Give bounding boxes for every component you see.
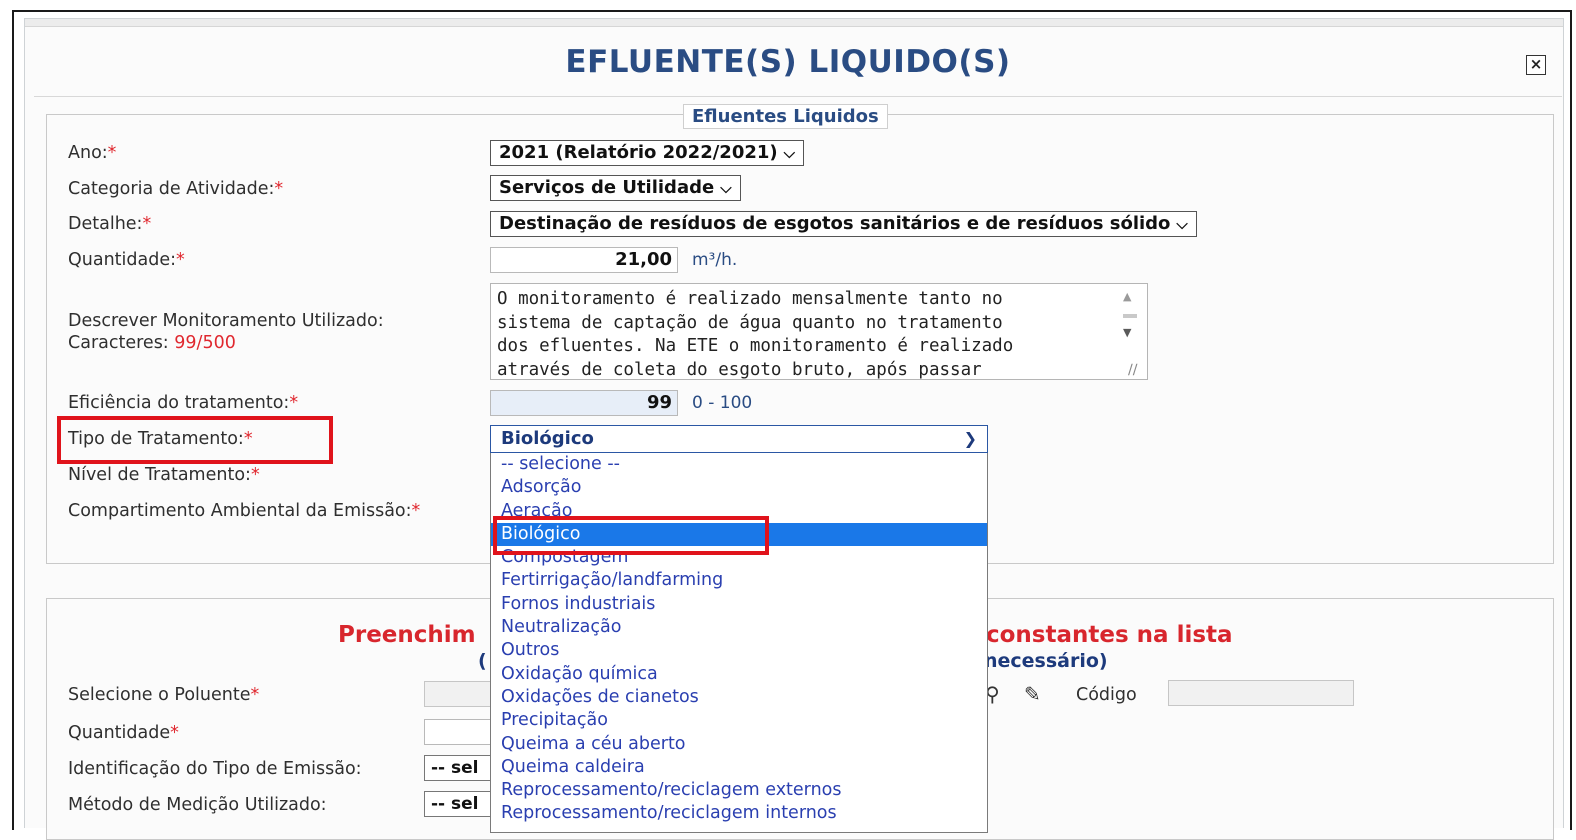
page-title: EFLUENTE(S) LIQUIDO(S) (565, 44, 1011, 80)
dropdown-option[interactable]: -- selecione -- (491, 453, 987, 476)
eraser-icon[interactable]: ✎ (1024, 682, 1041, 706)
dropdown-option[interactable]: Fertirrigação/landfarming (491, 569, 987, 592)
detalhe-select[interactable]: Destinação de resíduos de esgotos sanitá… (490, 211, 1197, 237)
chevron-down-icon: ⌵ (720, 179, 732, 197)
dropdown-option[interactable]: Oxidações de cianetos (491, 686, 987, 709)
eficiencia-range: 0 - 100 (692, 393, 753, 413)
categoria-label: Categoria de Atividade:* (68, 179, 284, 199)
eficiencia-label: Eficiência do tratamento:* (68, 393, 299, 413)
quantidade-label: Quantidade:* (68, 250, 185, 270)
resize-grip-icon[interactable]: ∕∕ (1128, 362, 1137, 378)
scroll-thumb[interactable] (1123, 314, 1137, 318)
dropdown-option[interactable]: Precipitação (491, 709, 987, 732)
eficiencia-input[interactable]: 99 (490, 390, 678, 416)
chevron-down-icon: ⌵ (783, 144, 795, 162)
tipo-emissao-label: Identificação do Tipo de Emissão: (68, 759, 362, 779)
quantidade-input[interactable]: 21,00 (490, 247, 678, 273)
codigo-input[interactable] (1168, 680, 1354, 706)
ano-select[interactable]: 2021 (Relatório 2022/2021) ⌵ (490, 140, 804, 166)
poluente-label: Selecione o Poluente* (68, 685, 260, 705)
dropdown-option[interactable]: Fornos industriais (491, 593, 987, 616)
dropdown-option[interactable]: Adsorção (491, 476, 987, 499)
caracteres-counter: Caracteres: 99/500 (68, 333, 236, 353)
highlight-box-biologico (493, 516, 769, 555)
ano-label: Ano:* (68, 143, 117, 163)
highlight-box-tipo-label (57, 416, 333, 464)
close-icon[interactable]: × (1526, 55, 1546, 75)
dropdown-option[interactable]: Outros (491, 639, 987, 662)
poluentes-sub-right: necessário) (984, 650, 1108, 672)
quantidade-poluente-label: Quantidade* (68, 723, 179, 743)
monitoramento-label: Descrever Monitoramento Utilizado: (68, 311, 384, 331)
dropdown-option[interactable]: Queima a céu aberto (491, 733, 987, 756)
compartimento-label: Compartimento Ambiental da Emissão:* (68, 501, 421, 521)
metodo-medicao-label: Método de Medição Utilizado: (68, 795, 327, 815)
codigo-label: Código (1076, 685, 1137, 705)
dropdown-option[interactable]: Queima caldeira (491, 756, 987, 779)
detalhe-label: Detalhe:* (68, 214, 152, 234)
poluentes-title-left: Preenchim (338, 622, 476, 648)
quantidade-unit: m³/h. (692, 250, 738, 270)
dropdown-option[interactable]: Reprocessamento/reciclagem internos (491, 802, 987, 825)
panel-top-bar (25, 19, 1563, 27)
monitoramento-textarea[interactable]: O monitoramento é realizado mensalmente … (490, 283, 1148, 380)
tipo-tratamento-dropdown[interactable]: -- selecione -- Adsorção Aeração Biológi… (490, 453, 988, 833)
scroll-down-icon[interactable]: ▼ (1123, 326, 1131, 339)
nivel-tratamento-label: Nível de Tratamento:* (68, 465, 260, 485)
categoria-select[interactable]: Serviços de Utilidade ⌵ (490, 175, 741, 201)
dropdown-option[interactable]: Oxidação química (491, 663, 987, 686)
chevron-down-icon: ⌵ (1176, 215, 1188, 233)
chevron-down-icon: ❯ (963, 429, 977, 448)
poluentes-title-right: constantes na lista (986, 622, 1233, 648)
dropdown-option[interactable]: Reprocessamento/reciclagem externos (491, 779, 987, 802)
dropdown-option[interactable]: Neutralização (491, 616, 987, 639)
poluentes-sub-left: ( (478, 650, 487, 672)
tipo-tratamento-select[interactable]: Biológico ❯ (490, 425, 988, 453)
fieldset-legend: Efluentes Liquidos (683, 104, 888, 129)
title-divider (34, 96, 1562, 97)
scroll-up-icon[interactable]: ▲ (1123, 290, 1131, 303)
